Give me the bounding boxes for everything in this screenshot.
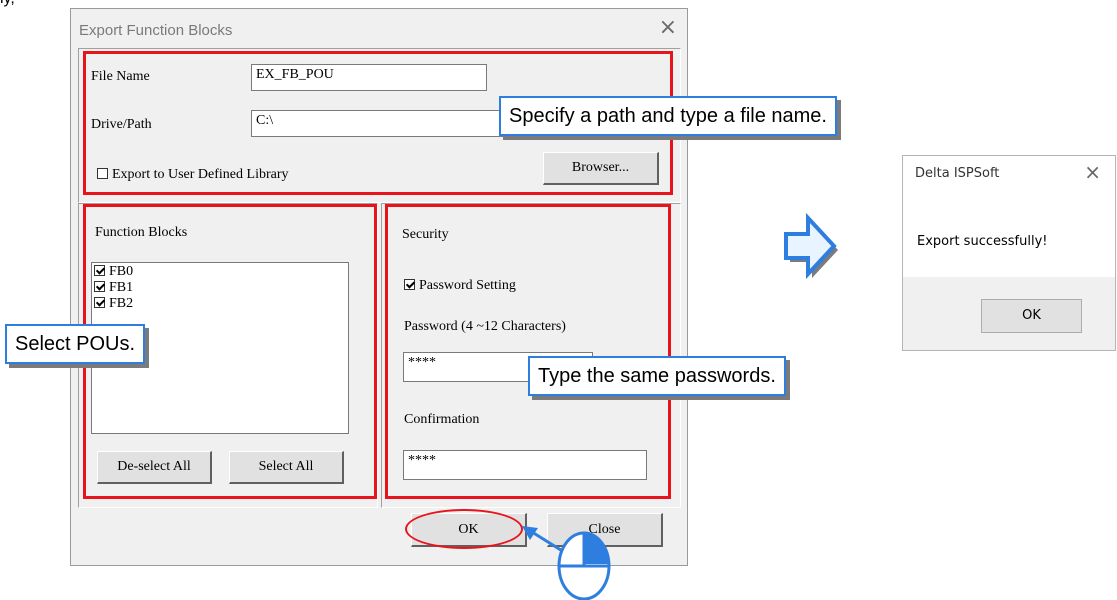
- callout-path: Specify a path and type a file name.: [499, 96, 837, 136]
- callout-passwords: Type the same passwords.: [528, 356, 786, 396]
- callout-pous: Select POUs.: [5, 324, 146, 364]
- page-text-fragment: ly,: [0, 0, 15, 8]
- security-highlight: [385, 204, 671, 499]
- mouse-click-icon: [557, 531, 611, 600]
- close-icon[interactable]: ×: [1084, 160, 1101, 184]
- ok-button[interactable]: OK: [981, 299, 1082, 333]
- dialog-title: Delta ISPSoft: [915, 166, 1000, 181]
- close-icon[interactable]: ×: [659, 15, 677, 40]
- message-text: Export successfully!: [917, 234, 1048, 249]
- export-function-blocks-dialog: Export Function Blocks × File Name EX_FB…: [70, 8, 688, 566]
- ok-button-highlight-ellipse: [405, 509, 523, 549]
- delta-ispsoft-dialog: Delta ISPSoft × Export successfully! OK: [902, 155, 1116, 351]
- arrow-right-icon: [784, 212, 838, 280]
- dialog-title: Export Function Blocks: [79, 22, 233, 39]
